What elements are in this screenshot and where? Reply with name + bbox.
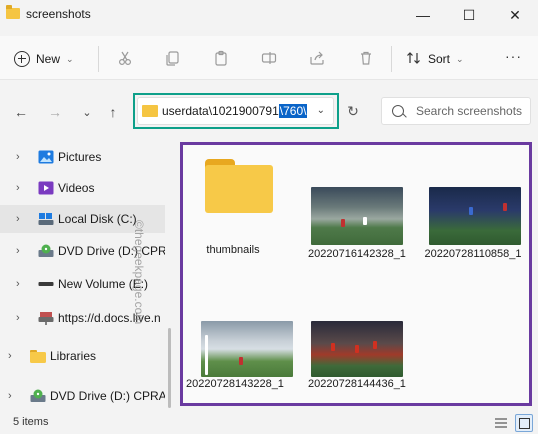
close-button[interactable]: ✕ [492,0,538,30]
dvd-drive-icon [38,244,54,258]
sidebar-item-label: Videos [58,181,95,195]
sort-button[interactable]: Sort ⌄ [406,48,464,70]
maximize-button[interactable]: ☐ [446,0,492,30]
window-title: screenshots [26,7,91,21]
large-icons-view-icon[interactable] [515,414,533,432]
divider [391,46,392,72]
recent-locations-chevron-icon[interactable]: ⌄ [78,103,96,121]
cut-icon[interactable] [115,48,135,68]
libraries-folder-icon [30,349,46,363]
file-list: thumbnails 20220716142328_1 202207281108… [180,142,532,406]
item-count: 5 items [13,416,49,428]
sidebar-item-label: DVD Drive (D:) CPRA [58,244,165,258]
paste-icon[interactable] [211,48,231,68]
navigation-pane: › Pictures › Videos › Local Disk (C:) › … [0,138,172,408]
new-button[interactable]: New ⌄ [14,48,74,70]
pictures-icon [38,150,54,164]
search-input[interactable]: Search screenshots [381,97,531,125]
back-arrow-icon[interactable]: ← [12,103,30,121]
sidebar-item-videos[interactable]: › Videos [0,174,165,202]
title-bar: screenshots — ☐ ✕ [0,0,538,30]
delete-icon[interactable] [356,48,376,68]
plus-icon [14,51,30,67]
sidebar-item-label: DVD Drive (D:) CPRA_ [50,389,165,403]
chevron-down-icon: ⌄ [66,53,74,64]
chevron-right-icon[interactable]: › [16,213,20,225]
chevron-right-icon[interactable]: › [8,350,12,362]
drive-icon [38,277,54,291]
minimize-button[interactable]: — [400,0,446,30]
chevron-down-icon: ⌄ [456,53,464,64]
file-item[interactable]: 20220728144436_1 [307,275,407,405]
up-arrow-icon[interactable]: ↑ [104,103,122,121]
sidebar-item-label: Pictures [58,150,102,164]
chevron-right-icon[interactable]: › [16,278,20,290]
sidebar-item-label: Libraries [50,349,97,363]
watermark-text: ©thegeekpage.com [132,220,146,325]
more-options-button[interactable]: ··· [505,48,522,64]
image-thumbnail [311,187,403,245]
item-label: 20220728110858_1 [424,248,522,260]
chevron-right-icon[interactable]: › [16,245,20,257]
sort-button-label: Sort [428,52,451,66]
folder-icon [205,159,273,213]
image-thumbnail [429,187,521,245]
details-view-icon[interactable] [492,414,510,432]
sidebar-item-pictures[interactable]: › Pictures [0,143,165,171]
forward-arrow-icon[interactable]: → [46,103,64,121]
local-disk-icon [38,212,54,226]
refresh-icon[interactable]: ↻ [343,101,363,121]
videos-icon [38,181,54,195]
sidebar-item-libraries[interactable]: › Libraries [0,342,165,370]
sidebar-item-dvd-drive-root[interactable]: › DVD Drive (D:) CPRA_ [0,382,165,410]
item-label: thumbnails [206,244,260,256]
share-icon[interactable] [307,48,327,68]
search-placeholder: Search screenshots [416,104,523,118]
copy-icon[interactable] [163,48,183,68]
address-highlight-box [133,93,339,129]
rename-icon[interactable] [259,48,279,68]
item-label: 20220728143228_1 [186,378,284,390]
file-item[interactable]: 20220728110858_1 [423,145,523,275]
item-label: 20220716142328_1 [308,248,406,260]
item-label: 20220728144436_1 [308,378,406,390]
status-bar: 5 items [0,412,538,434]
sort-icon [406,50,422,69]
image-thumbnail [311,321,403,377]
divider [98,46,99,72]
image-thumbnail [201,321,293,377]
file-item[interactable]: 20220716142328_1 [307,145,407,275]
chevron-right-icon[interactable]: › [16,182,20,194]
file-item[interactable]: 20220728143228_1 [185,275,293,405]
new-button-label: New [36,52,61,66]
folder-icon [6,5,20,19]
network-drive-icon [38,311,54,325]
sidebar-item-label: Local Disk (C:) [58,212,137,226]
command-bar: New ⌄ Sort ⌄ ··· [0,36,538,80]
dvd-drive-icon [30,389,46,403]
chevron-right-icon[interactable]: › [8,390,12,402]
folder-item-thumbnails[interactable]: thumbnails [183,145,283,265]
chevron-right-icon[interactable]: › [16,312,20,324]
search-icon [392,105,404,117]
chevron-right-icon[interactable]: › [16,151,20,163]
sidebar-scrollbar[interactable] [168,328,171,408]
